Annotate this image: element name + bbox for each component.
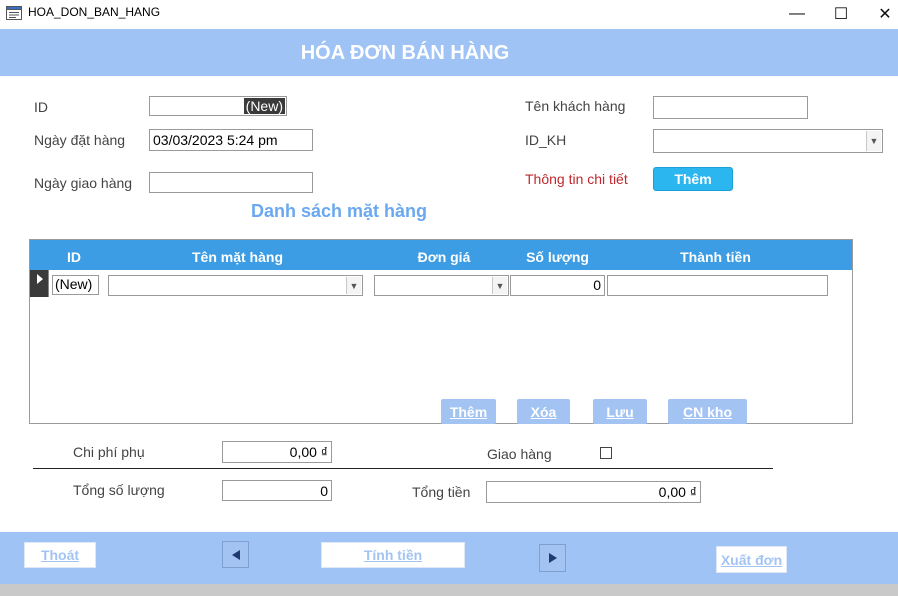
exit-label: Thoát (40, 547, 80, 563)
previous-record-button[interactable] (222, 541, 249, 568)
customer-id-combo[interactable]: ▼ (653, 129, 883, 153)
order-date-label: Ngày đặt hàng (34, 132, 126, 148)
delivery-label: Giao hàng (487, 446, 552, 462)
current-record-arrow-icon (37, 274, 43, 284)
close-icon[interactable]: ✕ (862, 3, 898, 25)
order-date-field[interactable]: 03/03/2023 5:24 pm (149, 129, 313, 151)
col-line-total: Thành tiền (680, 249, 751, 265)
form-title: HÓA ĐƠN BÁN HÀNG (300, 42, 510, 64)
update-stock-button[interactable]: CN kho (668, 399, 747, 424)
record-selector[interactable] (30, 270, 49, 297)
save-item-label: Lưu (606, 403, 634, 420)
add-item-label: Thêm (449, 403, 488, 420)
form-header: HÓA ĐƠN BÁN HÀNG (0, 29, 898, 76)
chevron-down-icon[interactable]: ▼ (492, 277, 507, 294)
form-icon (6, 6, 22, 20)
id-field[interactable]: (New) (149, 96, 287, 116)
bottom-strip (0, 584, 898, 596)
update-stock-label: CN kho (683, 403, 732, 420)
chevron-down-icon[interactable]: ▼ (346, 277, 361, 294)
customer-id-label: ID_KH (525, 132, 567, 148)
window-title-bar: HOA_DON_BAN_HANG — ☐ ✕ (0, 0, 898, 28)
id-value: (New) (243, 98, 285, 114)
export-label: Xuất đơn (720, 551, 783, 568)
delivery-date-field[interactable] (149, 172, 313, 193)
next-record-button[interactable] (539, 544, 566, 572)
line-total-field[interactable] (607, 275, 828, 296)
window-title: HOA_DON_BAN_HANG (28, 5, 161, 19)
item-id-field[interactable]: (New) (52, 275, 99, 295)
detail-info-label: Thông tin chi tiết (525, 171, 628, 187)
calculate-label: Tính tiền (363, 547, 423, 563)
add-item-button[interactable]: Thêm (441, 399, 496, 424)
customer-name-field[interactable] (653, 96, 808, 119)
total-qty-label: Tổng số lượng (73, 482, 165, 498)
maximize-icon[interactable]: ☐ (818, 3, 864, 25)
minimize-icon[interactable]: — (774, 3, 820, 25)
add-customer-button[interactable]: Thêm (653, 167, 733, 191)
col-unit-price: Đơn giá (417, 249, 471, 265)
delete-item-label: Xóa (530, 403, 557, 420)
item-name-combo[interactable]: ▼ (108, 275, 363, 296)
id-label: ID (34, 99, 48, 115)
total-amount-label: Tổng tiền (412, 484, 471, 500)
total-qty-field[interactable]: 0 (222, 480, 332, 501)
col-id: ID (67, 249, 81, 265)
delete-item-button[interactable]: Xóa (517, 399, 570, 424)
triangle-left-icon (231, 549, 240, 560)
summary-divider (33, 468, 773, 469)
items-subform: ID Tên mặt hàng Đơn giá Số lượng Thành t… (29, 239, 853, 424)
calculate-button[interactable]: Tính tiền (321, 542, 465, 568)
delivery-checkbox[interactable] (600, 447, 612, 459)
unit-price-combo[interactable]: ▼ (374, 275, 509, 296)
form-footer: Thoát Tính tiền Xuất đơn (0, 532, 898, 584)
customer-name-label: Tên khách hàng (525, 98, 626, 114)
col-item-name: Tên mặt hàng (191, 249, 283, 265)
quantity-field[interactable]: 0 (510, 275, 605, 296)
items-heading: Danh sách mặt hàng (251, 201, 428, 221)
triangle-right-icon (548, 553, 557, 563)
export-button[interactable]: Xuất đơn (716, 546, 787, 573)
chevron-down-icon[interactable]: ▼ (866, 131, 881, 151)
total-amount-field[interactable]: 0,00 ₫ (486, 481, 701, 503)
exit-button[interactable]: Thoát (24, 542, 96, 568)
col-quantity: Số lượng (526, 249, 589, 265)
extra-cost-label: Chi phí phụ (73, 444, 145, 460)
save-item-button[interactable]: Lưu (593, 399, 647, 424)
extra-cost-field[interactable]: 0,00 ₫ (222, 441, 332, 463)
items-table-header: ID Tên mặt hàng Đơn giá Số lượng Thành t… (30, 240, 852, 270)
delivery-date-label: Ngày giao hàng (34, 175, 133, 191)
